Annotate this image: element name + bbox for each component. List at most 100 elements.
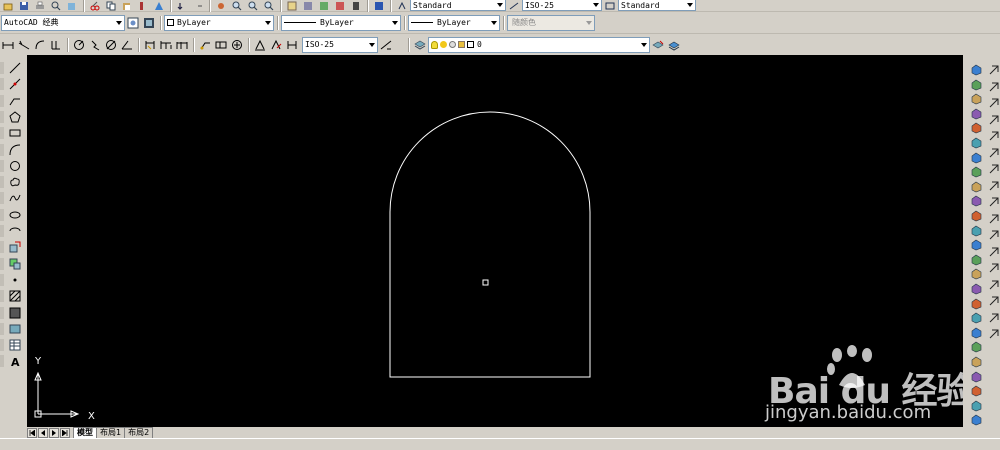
loft-icon[interactable] [969,224,983,238]
extend-icon[interactable] [987,228,1000,242]
sheet-set-icon[interactable] [333,0,347,11]
zoom-window-icon[interactable] [246,0,260,11]
polygon-icon[interactable] [8,110,22,124]
publish-icon[interactable] [65,0,79,11]
workspace-select[interactable]: AutoCAD 经典 [1,14,125,31]
text-style-select[interactable]: Standard [410,0,506,11]
tab-model[interactable]: 模型 [73,427,97,438]
open-icon[interactable] [1,0,15,11]
dimension-style-select[interactable]: ISO-25 [302,36,378,53]
make-object-layer-current-icon[interactable] [651,38,665,52]
next-tab-button[interactable] [49,428,59,438]
quick-dimension-icon[interactable] [143,38,157,52]
interfere-icon[interactable] [969,326,983,340]
copy-icon[interactable] [104,0,118,11]
imprint-icon[interactable] [969,399,983,413]
previous-tab-button[interactable] [38,428,48,438]
box-icon[interactable] [969,78,983,92]
view-window-icon[interactable] [969,63,983,77]
insert-block-icon[interactable] [8,240,22,254]
flatshot-icon[interactable] [969,370,983,384]
angular-dimension-icon[interactable] [120,38,134,52]
last-tab-button[interactable] [60,428,70,438]
slice-icon[interactable] [969,340,983,354]
plot-icon[interactable] [33,0,47,11]
quick-leader-icon[interactable] [198,38,212,52]
cut-icon[interactable] [88,0,102,11]
tool-palettes-icon[interactable] [317,0,331,11]
baseline-dimension-icon[interactable] [159,38,173,52]
paste-icon[interactable] [120,0,134,11]
tab-layout2[interactable]: 布局2 [124,427,154,438]
continue-dimension-icon[interactable] [175,38,189,52]
center-mark-icon[interactable] [230,38,244,52]
text-style-icon[interactable] [395,0,409,11]
gradient-icon[interactable] [8,306,22,320]
design-center-icon[interactable] [301,0,315,11]
layer-select[interactable]: 0 [428,36,650,53]
subtract-icon[interactable] [969,297,983,311]
dimension-style-icon[interactable] [507,0,521,11]
cone-icon[interactable] [969,107,983,121]
helix-icon[interactable] [969,253,983,267]
my-workspace-icon[interactable] [142,16,156,30]
zoom-realtime-icon[interactable] [230,0,244,11]
arc-length-icon[interactable] [33,38,47,52]
join-icon[interactable] [987,278,1000,292]
table-style-icon[interactable] [603,0,617,11]
hatch-icon[interactable] [8,289,22,303]
chamfer-icon[interactable] [987,294,1000,308]
trim-icon[interactable] [987,212,1000,226]
ellipse-arc-icon[interactable] [8,224,22,238]
intersect-icon[interactable] [969,311,983,325]
point-icon[interactable] [8,273,22,287]
cylinder-icon[interactable] [969,136,983,150]
plot-preview-icon[interactable] [49,0,63,11]
jogged-dimension-icon[interactable] [88,38,102,52]
polyline-icon[interactable] [8,94,22,108]
erase-icon[interactable] [987,63,1000,77]
match-properties-icon[interactable] [136,0,150,11]
dimension-update-icon[interactable] [285,38,299,52]
copy-object-icon[interactable] [987,80,1000,94]
revision-cloud-icon[interactable] [8,175,22,189]
calculator-icon[interactable] [349,0,363,11]
undo-icon[interactable] [175,0,189,11]
layer-properties-icon[interactable] [413,38,427,52]
stretch-icon[interactable] [987,195,1000,209]
layer-previous-icon[interactable] [667,38,681,52]
table-style-select[interactable]: Standard [618,0,696,11]
explode-icon[interactable] [987,327,1000,341]
offset-icon[interactable] [987,113,1000,127]
dimension-text-edit-icon[interactable] [269,38,283,52]
properties-icon[interactable] [285,0,299,11]
make-block-icon[interactable] [8,257,22,271]
lineweight-select[interactable]: ByLayer [408,14,500,31]
redo-icon[interactable] [191,0,205,11]
pyramid-icon[interactable] [969,165,983,179]
tab-layout1[interactable]: 布局1 [96,427,126,438]
scale-icon[interactable] [987,179,1000,193]
thicken-icon[interactable] [969,384,983,398]
rectangle-icon[interactable] [8,126,22,140]
dimension-style-manager-icon[interactable] [379,38,393,52]
material-icon[interactable] [969,413,983,427]
save-icon[interactable] [17,0,31,11]
line-icon[interactable] [8,61,22,75]
rotate-icon[interactable] [987,162,1000,176]
union-icon[interactable] [969,282,983,296]
linear-dimension-icon[interactable] [1,38,15,52]
help-icon[interactable] [372,0,386,11]
workspace-settings-icon[interactable] [126,16,140,30]
diameter-dimension-icon[interactable] [104,38,118,52]
presspull-icon[interactable] [969,238,983,252]
radius-dimension-icon[interactable] [72,38,86,52]
color-select[interactable]: ByLayer [164,14,274,31]
aligned-dimension-icon[interactable] [17,38,31,52]
mirror-icon[interactable] [987,96,1000,110]
arc-icon[interactable] [8,143,22,157]
block-editor-icon[interactable] [152,0,166,11]
sphere-icon[interactable] [969,121,983,135]
linetype-select[interactable]: ByLayer [281,14,401,31]
section-icon[interactable] [969,355,983,369]
